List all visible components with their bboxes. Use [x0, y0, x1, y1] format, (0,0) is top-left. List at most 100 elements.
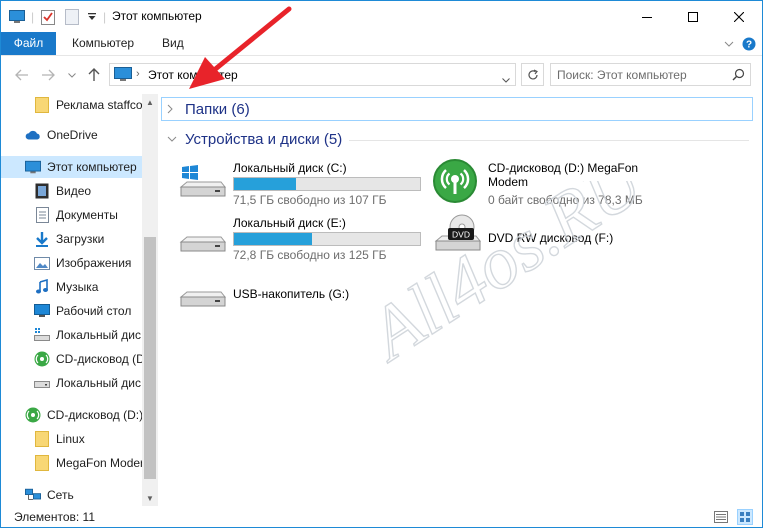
new-folder-icon[interactable] — [65, 8, 79, 26]
address-path: Этот компьютер — [148, 68, 238, 82]
tab-computer[interactable]: Компьютер — [62, 32, 144, 55]
devices-group-header[interactable]: Устройства и диски (5) — [159, 128, 342, 150]
drive-local-c[interactable]: Локальный диск (C:) 71,5 ГБ свободно из … — [177, 158, 437, 208]
drive-name-line-1: CD-дисковод (D:) MegaFon — [488, 161, 639, 175]
back-arrow-icon[interactable] — [13, 66, 31, 84]
search-box[interactable] — [550, 63, 751, 86]
address-row: › Этот компьютер — [1, 57, 762, 93]
drive-usage-fill — [234, 178, 296, 190]
local-disk-icon — [177, 213, 227, 263]
drive-usage-fill — [234, 233, 312, 245]
drive-usb-g[interactable]: USB-накопитель (G:) — [177, 280, 437, 330]
chevron-right-icon — [167, 104, 183, 114]
minimize-button[interactable] — [624, 1, 670, 32]
nav-item-pictures[interactable]: Изображения — [1, 252, 142, 274]
drive-local-e[interactable]: Локальный диск (E:) 72,8 ГБ свободно из … — [177, 213, 437, 263]
local-disk-icon — [34, 327, 50, 343]
drive-name: DVD RW дисковод (F:) — [488, 231, 614, 245]
desktop-icon — [34, 303, 50, 319]
megafon-icon — [34, 351, 50, 367]
refresh-icon — [527, 68, 538, 79]
drive-dvd-f[interactable]: DVD DVD RW дисковод (F:) — [432, 214, 692, 264]
address-bar[interactable]: › Этот компьютер — [109, 63, 516, 86]
status-bar: Элементов: 11 — [1, 506, 762, 527]
megafon-icon — [432, 158, 482, 208]
local-disk-icon — [34, 375, 50, 391]
drive-name: Локальный диск (C:) — [233, 161, 347, 175]
items-count: Элементов: 11 — [14, 510, 95, 524]
downloads-icon — [34, 231, 50, 247]
nav-item-documents[interactable]: Документы — [1, 204, 142, 226]
drive-name-line-2: Modem — [488, 175, 529, 189]
help-icon[interactable]: ? — [741, 36, 757, 52]
tiles-view-icon[interactable] — [737, 509, 753, 525]
scroll-up-arrow-icon[interactable]: ▲ — [142, 94, 158, 110]
folder-icon — [34, 97, 50, 113]
separator: | — [103, 10, 107, 24]
music-icon — [34, 279, 50, 295]
close-button[interactable] — [716, 1, 762, 32]
tab-view[interactable]: Вид — [152, 32, 194, 55]
nav-item-cd-drive-d[interactable]: CD-дисковод (D — [1, 348, 142, 370]
svg-text:?: ? — [746, 40, 752, 51]
refresh-button[interactable] — [521, 63, 544, 86]
explorer-window: | | Этот компьютер Файл Компьютер Вид ? — [0, 0, 763, 528]
customize-toolbar-chevron-icon[interactable] — [87, 8, 97, 26]
drive-free-space: 72,8 ГБ свободно из 125 ГБ — [233, 248, 387, 262]
nav-item-desktop[interactable]: Рабочий стол — [1, 300, 142, 322]
breadcrumb-separator-icon: › — [136, 68, 140, 80]
dvd-badge: DVD — [452, 230, 470, 240]
drive-name: Локальный диск (E:) — [233, 216, 346, 230]
nav-item-linux[interactable]: Linux — [1, 428, 142, 450]
nav-item-network[interactable]: Сеть — [1, 484, 142, 506]
drive-usage-bar — [233, 232, 421, 246]
scroll-down-arrow-icon[interactable]: ▼ — [142, 490, 158, 506]
details-view-icon[interactable] — [713, 509, 729, 525]
ribbon-tabs: Файл Компьютер Вид ? — [1, 32, 762, 56]
search-icon[interactable] — [732, 68, 745, 84]
nav-item-this-pc[interactable]: Этот компьютер — [1, 156, 142, 178]
forward-arrow-icon[interactable] — [39, 66, 57, 84]
drive-free-space: 71,5 ГБ свободно из 107 ГБ — [233, 193, 387, 207]
nav-item-local-disk-c[interactable]: Локальный дис — [1, 324, 142, 346]
computer-icon — [9, 8, 25, 26]
folder-icon — [34, 431, 50, 447]
drive-free-space: 0 байт свободно из 78,3 МБ — [488, 193, 643, 207]
drive-name: USB-накопитель (G:) — [233, 287, 350, 301]
navigation-pane: Реклама staffco OneDrive Этот компьютер … — [1, 94, 158, 506]
nav-item-video[interactable]: Видео — [1, 180, 142, 202]
drive-cd-d-megafon[interactable]: CD-дисковод (D:) MegaFon Modem 0 байт св… — [432, 158, 692, 208]
folders-group-header[interactable]: Папки (6) — [159, 98, 250, 120]
onedrive-icon — [25, 127, 41, 143]
recent-locations-chevron-icon[interactable] — [63, 66, 81, 84]
address-dropdown-chevron-icon[interactable] — [502, 72, 510, 86]
content-pane: Папки (6) Устройства и диски (5) Локальн… — [159, 94, 762, 506]
computer-icon — [114, 67, 132, 85]
nav-item-cd-drive-d-root[interactable]: CD-дисковод (D:) — [1, 404, 142, 426]
tab-file[interactable]: Файл — [1, 32, 56, 55]
nav-item-reklama[interactable]: Реклама staffco — [1, 94, 142, 116]
window-title: Этот компьютер — [112, 9, 202, 23]
properties-icon[interactable] — [41, 8, 55, 26]
maximize-button[interactable] — [670, 1, 716, 32]
network-icon — [25, 487, 41, 503]
windows-drive-icon — [177, 158, 227, 208]
scroll-thumb[interactable] — [144, 237, 156, 479]
expand-ribbon-chevron-icon[interactable] — [721, 36, 737, 52]
title-bar: | | Этот компьютер — [1, 1, 762, 32]
drive-usage-bar — [233, 177, 421, 191]
documents-icon — [34, 207, 50, 223]
up-arrow-icon[interactable] — [85, 66, 103, 84]
nav-item-downloads[interactable]: Загрузки — [1, 228, 142, 250]
video-icon — [34, 183, 50, 199]
dvd-drive-icon: DVD — [432, 214, 482, 264]
nav-item-local-disk-e[interactable]: Локальный дис — [1, 372, 142, 394]
chevron-down-icon — [167, 136, 183, 142]
nav-pane-scrollbar[interactable]: ▲ ▼ — [142, 94, 158, 506]
separator: | — [31, 10, 35, 24]
nav-item-onedrive[interactable]: OneDrive — [1, 124, 142, 146]
nav-item-megafon-modem[interactable]: MegaFon Moder — [1, 452, 142, 474]
nav-item-music[interactable]: Музыка — [1, 276, 142, 298]
computer-icon — [25, 159, 41, 175]
search-input[interactable] — [557, 67, 727, 83]
